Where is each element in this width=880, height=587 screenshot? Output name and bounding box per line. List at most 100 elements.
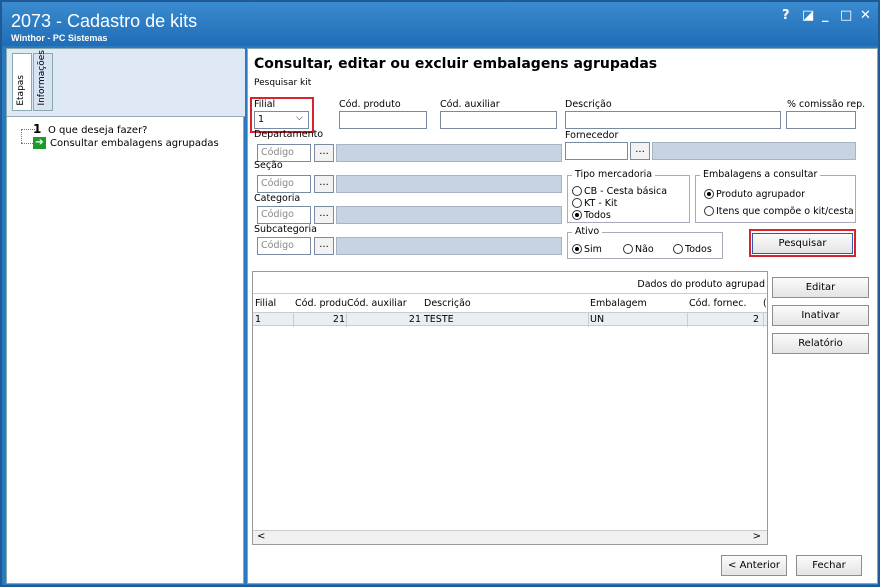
substep-label[interactable]: Consultar embalagens agrupadas — [50, 138, 219, 149]
subcategoria-code-input[interactable]: Código — [257, 237, 311, 255]
fornecedor-name-field — [652, 142, 856, 160]
cod-produto-label: Cód. produto — [339, 99, 401, 110]
ativo-group: Ativo Sim Não Todos — [567, 226, 723, 259]
panel-tabs: Etapas Informações — [7, 49, 245, 117]
departamento-name-field — [336, 144, 562, 162]
cell-divider — [763, 313, 764, 327]
radio-ativo-nao-label: Não — [635, 244, 654, 255]
radio-cesta-basica[interactable]: CB - Cesta básica — [572, 186, 667, 197]
help-icon[interactable]: ? — [782, 8, 790, 23]
radio-itens-kit[interactable]: Itens que compõe o kit/cesta — [704, 206, 854, 217]
step-number: 1 — [33, 122, 42, 136]
cell-cod-produto: 21 — [332, 314, 345, 325]
scroll-right-icon[interactable]: > — [753, 531, 761, 542]
inativar-button[interactable]: Inativar — [772, 305, 869, 326]
cell-cod-fornec: 2 — [752, 314, 759, 325]
tab-etapas-label: Etapas — [16, 75, 26, 106]
fornecedor-label: Fornecedor — [565, 130, 619, 141]
radio-kit[interactable]: KT - Kit — [572, 198, 617, 209]
close-icon[interactable]: ✕ — [860, 8, 871, 23]
cell-descricao: TESTE — [424, 314, 454, 325]
maximize-icon[interactable]: □ — [840, 8, 852, 23]
radio-produto-agrupador[interactable]: Produto agrupador — [704, 189, 805, 200]
cod-produto-input[interactable] — [339, 111, 427, 129]
cell-divider — [293, 313, 294, 327]
horizontal-scrollbar[interactable]: < > — [253, 530, 767, 544]
descricao-label: Descrição — [565, 99, 612, 110]
categoria-label: Categoria — [254, 193, 301, 204]
radio-todos-tipo[interactable]: Todos — [572, 210, 611, 221]
cod-auxiliar-input[interactable] — [440, 111, 557, 129]
page-title: Consultar, editar ou excluir embalagens … — [254, 56, 658, 72]
secao-name-field — [336, 175, 562, 193]
tab-informacoes-label: Informações — [37, 50, 47, 106]
tab-informacoes[interactable]: Informações — [33, 50, 53, 111]
application-window: 2073 - Cadastro de kits Winthor - PC Sis… — [0, 0, 880, 587]
page-subtitle: Pesquisar kit — [254, 78, 312, 88]
radio-circle-icon — [673, 244, 683, 254]
radio-kit-label: KT - Kit — [584, 198, 618, 209]
col-header-cod-produto[interactable]: Cód. produ — [295, 298, 347, 309]
radio-circle-icon — [572, 186, 582, 196]
radio-todos-tipo-label: Todos — [584, 210, 611, 221]
descricao-input[interactable] — [565, 111, 781, 129]
categoria-code-input[interactable]: Código — [257, 206, 311, 224]
embalagens-title: Embalagens a consultar — [700, 169, 821, 180]
radio-cesta-basica-label: CB - Cesta básica — [584, 186, 668, 197]
main-panel: Consultar, editar ou excluir embalagens … — [247, 48, 878, 584]
secao-lookup-button[interactable]: ... — [314, 175, 334, 193]
cell-embalagem: UN — [590, 314, 605, 325]
anterior-button[interactable]: < Anterior — [721, 555, 787, 576]
tree-connector — [21, 129, 22, 143]
highlight-filial — [250, 97, 314, 133]
grid-band-label: Dados do produto agrupad — [637, 279, 765, 290]
arrow-right-icon: ➔ — [33, 137, 46, 149]
tab-etapas[interactable]: Etapas — [12, 53, 32, 111]
departamento-lookup-button[interactable]: ... — [314, 144, 334, 162]
radio-ativo-nao[interactable]: Não — [623, 244, 654, 255]
col-header-cod-auxiliar[interactable]: Cód. auxiliar — [347, 298, 407, 309]
tipo-mercadoria-group: Tipo mercadoria CB - Cesta básica KT - K… — [567, 169, 690, 223]
categoria-name-field — [336, 206, 562, 224]
cell-cod-auxiliar: 21 — [408, 314, 421, 325]
comissao-input[interactable] — [786, 111, 856, 129]
results-grid: Dados do produto agrupad Filial Cód. pro… — [252, 271, 768, 545]
col-header-extra[interactable]: ( — [763, 298, 767, 309]
steps-panel: Etapas Informações 1 O que deseja fazer?… — [6, 48, 245, 584]
radio-selected-icon — [572, 210, 582, 220]
radio-itens-kit-label: Itens que compõe o kit/cesta — [716, 206, 854, 217]
relatorio-button[interactable]: Relatório — [772, 333, 869, 354]
fornecedor-code-input[interactable] — [565, 142, 628, 160]
restore-icon[interactable]: ◪ — [802, 8, 814, 23]
fechar-button[interactable]: Fechar — [796, 555, 862, 576]
comissao-label: % comissão rep. — [787, 99, 866, 110]
secao-code-input[interactable]: Código — [257, 175, 311, 193]
scroll-left-icon[interactable]: < — [257, 531, 265, 542]
radio-ativo-sim-label: Sim — [584, 244, 602, 255]
radio-circle-icon — [704, 206, 714, 216]
pesquisar-button[interactable]: Pesquisar — [752, 233, 853, 254]
radio-ativo-todos[interactable]: Todos — [673, 244, 712, 255]
table-row[interactable]: 1 21 21 TESTE UN 2 — [253, 312, 767, 327]
categoria-lookup-button[interactable]: ... — [314, 206, 334, 224]
radio-circle-icon — [623, 244, 633, 254]
col-header-filial[interactable]: Filial — [255, 298, 276, 309]
minimize-icon[interactable]: _ — [822, 8, 829, 23]
radio-ativo-sim[interactable]: Sim — [572, 244, 602, 255]
window-subtitle: Winthor - PC Sistemas — [11, 33, 108, 43]
cell-filial: 1 — [255, 314, 262, 325]
editar-button[interactable]: Editar — [772, 277, 869, 298]
cell-divider — [588, 313, 589, 327]
departamento-label: Departamento — [254, 129, 324, 140]
subcategoria-name-field — [336, 237, 562, 255]
radio-selected-icon — [704, 189, 714, 199]
step-label[interactable]: O que deseja fazer? — [48, 125, 147, 136]
subcategoria-lookup-button[interactable]: ... — [314, 237, 334, 255]
col-header-cod-fornec[interactable]: Cód. fornec. — [689, 298, 747, 309]
fornecedor-lookup-button[interactable]: ... — [630, 142, 650, 160]
col-header-descricao[interactable]: Descrição — [424, 298, 471, 309]
cod-auxiliar-label: Cód. auxiliar — [440, 99, 500, 110]
cell-divider — [687, 313, 688, 327]
col-header-embalagem[interactable]: Embalagem — [590, 298, 647, 309]
radio-circle-icon — [572, 198, 582, 208]
